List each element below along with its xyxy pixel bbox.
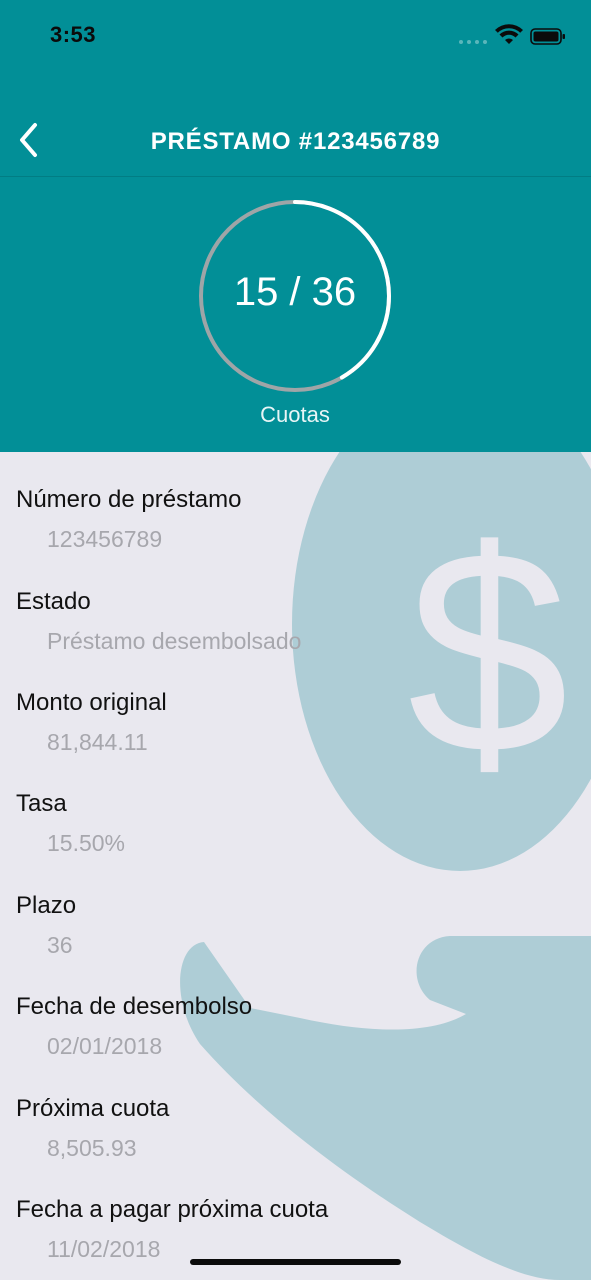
detail-label-status: Estado	[16, 588, 91, 615]
signal-icon	[459, 40, 487, 44]
battery-icon	[530, 28, 565, 45]
progress-caption: Cuotas	[260, 402, 330, 427]
nav-bar: PRÉSTAMO #123456789	[0, 104, 591, 177]
home-indicator[interactable]	[190, 1259, 401, 1265]
detail-label-loan-number: Número de préstamo	[16, 486, 242, 513]
detail-value-status: Préstamo desembolsado	[47, 628, 302, 654]
status-icons	[459, 24, 565, 45]
detail-value-rate: 15.50%	[47, 830, 126, 856]
detail-value-next-payment-date: 11/02/2018	[47, 1236, 161, 1262]
detail-label-original-amount: Monto original	[16, 689, 167, 716]
detail-label-rate: Tasa	[16, 790, 67, 817]
detail-label-term: Plazo	[16, 892, 77, 919]
detail-value-disbursement-date: 02/01/2018	[47, 1033, 163, 1059]
detail-label-next-installment: Próxima cuota	[16, 1095, 170, 1122]
status-time: 3:53	[50, 22, 97, 47]
page-title: PRÉSTAMO #123456789	[150, 128, 441, 155]
detail-value-loan-number: 123456789	[47, 526, 163, 552]
progress-count: 15 / 36	[233, 270, 357, 314]
hand-shape	[180, 936, 591, 1280]
wifi-icon	[495, 24, 523, 44]
header: 3:53 PRÉSTAMO #123456789 15 / 36 Cuotas	[0, 0, 591, 452]
detail-label-disbursement-date: Fecha de desembolso	[16, 993, 253, 1020]
detail-label-next-payment-date: Fecha a pagar próxima cuota	[16, 1196, 329, 1223]
dollar-sign: $	[407, 490, 568, 814]
detail-value-term: 36	[47, 932, 73, 958]
detail-value-next-installment: 8,505.93	[47, 1135, 137, 1161]
detail-value-original-amount: 81,844.11	[47, 729, 148, 755]
